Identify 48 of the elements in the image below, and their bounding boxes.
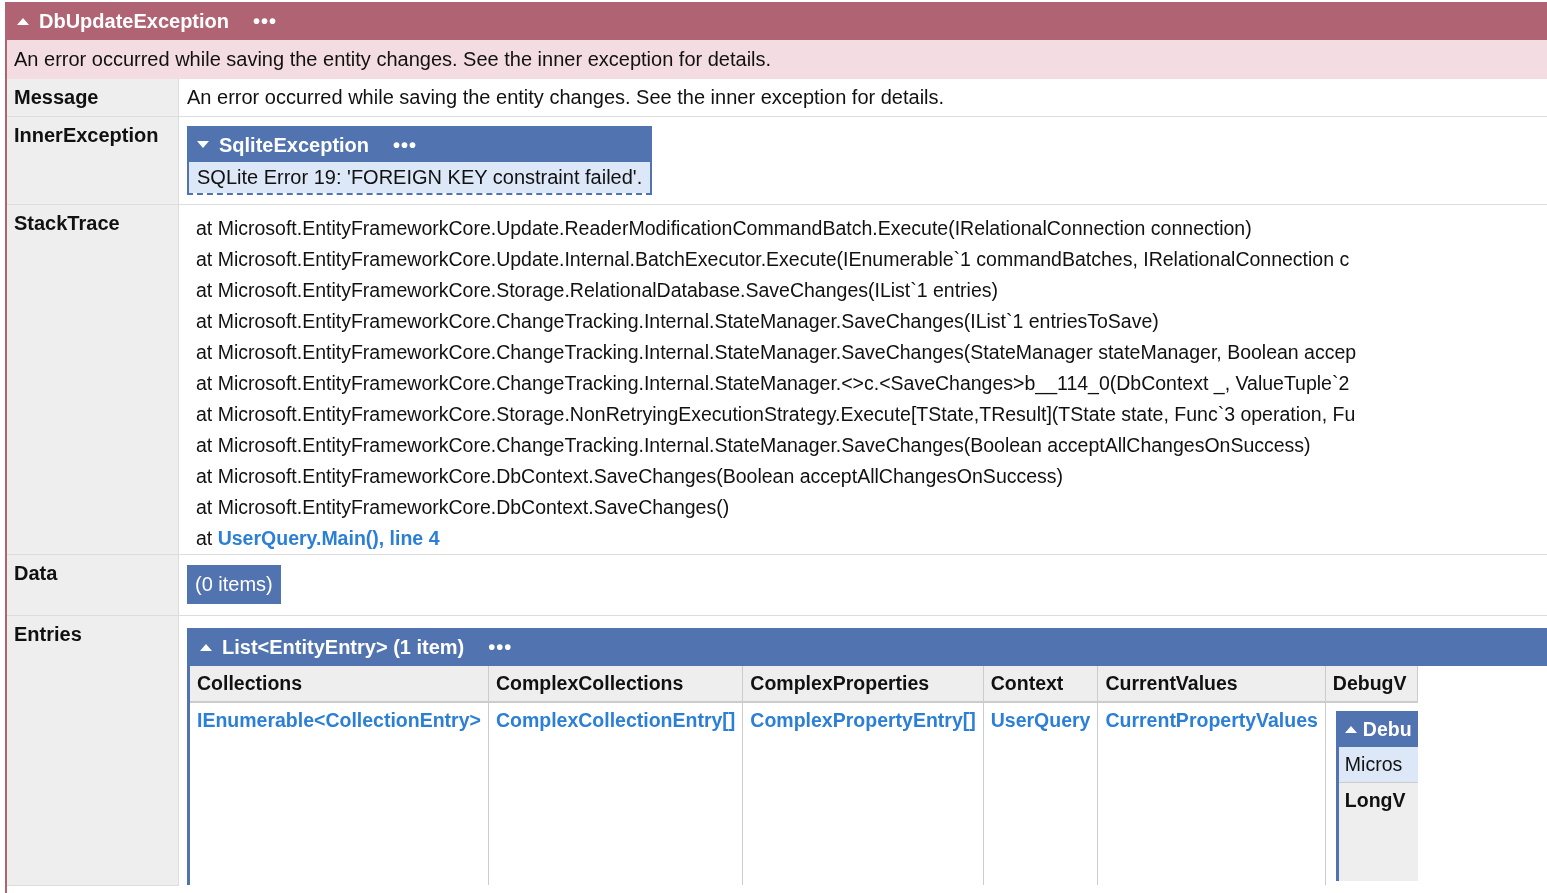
collapse-caret-icon[interactable] <box>1344 725 1357 733</box>
property-name: Message <box>7 79 179 117</box>
exception-header[interactable]: DbUpdateException ••• <box>7 2 1547 40</box>
property-name: Data <box>7 554 179 616</box>
stack-frame: at Microsoft.EntityFrameworkCore.ChangeTracking.Internal.StateManager.SaveChanges(Boolean acceptAllChangesOnSuccess) <box>196 430 1530 461</box>
property-name: StackTrace <box>7 204 179 555</box>
inner-exception-header[interactable]: SqliteException ••• <box>189 128 651 162</box>
stack-frame-prefix: at <box>196 527 213 549</box>
column-header[interactable]: ComplexProperties <box>742 666 984 702</box>
stack-frame: at Microsoft.EntityFrameworkCore.ChangeTracking.Internal.StateManager.SaveChanges(IList`1 entriesToSave) <box>196 306 1530 337</box>
stack-frame: at Microsoft.EntityFrameworkCore.ChangeTracking.Internal.StateManager.SaveChanges(StateManager stateManager, Boolean accep <box>196 337 1530 368</box>
stack-frame: at Microsoft.EntityFrameworkCore.Storage.RelationalDatabase.SaveChanges(IList`1 entries) <box>196 275 1530 306</box>
collapse-caret-icon[interactable] <box>17 17 29 25</box>
stack-frame: at Microsoft.EntityFrameworkCore.Update.Internal.BatchExecutor.Execute(IEnumerable`1 commandBatches, IRelationalConnection c <box>196 244 1530 275</box>
more-button[interactable]: ••• <box>488 635 513 659</box>
stack-frame: at Microsoft.EntityFrameworkCore.Storage.NonRetryingExecutionStrategy.Execute[TState,TResult](TState state, Func`3 operation, Fu <box>196 399 1530 430</box>
debug-view-summary: Micros <box>1338 747 1418 782</box>
column-header[interactable]: CurrentValues <box>1097 666 1326 702</box>
property-value: An error occurred while saving the entity changes. See the inner exception for details. <box>178 79 1547 117</box>
debug-view-header[interactable]: Debu <box>1338 711 1418 747</box>
exception-title: DbUpdateException <box>39 9 230 33</box>
table-link[interactable]: UserQuery <box>990 709 1091 731</box>
collapse-caret-icon[interactable] <box>200 643 212 651</box>
stack-frame: at Microsoft.EntityFrameworkCore.ChangeTracking.Internal.StateManager.<>c.<SaveChanges>b__114_0(DbContext _, ValueTuple`2 <box>196 368 1530 399</box>
inner-exception-title: SqliteException <box>219 133 370 157</box>
entries-header[interactable]: List<EntityEntry> (1 item) ••• <box>190 628 1547 666</box>
entries-title: List<EntityEntry> (1 item) <box>222 635 465 659</box>
more-button[interactable]: ••• <box>253 9 278 33</box>
exception-summary: An error occurred while saving the entity changes. See the inner exception for details. <box>7 40 1547 79</box>
more-button[interactable]: ••• <box>393 133 418 157</box>
source-link[interactable]: UserQuery.Main(), line 4 <box>217 527 440 549</box>
inner-exception-message: SQLite Error 19: 'FOREIGN KEY constraint failed'. <box>189 162 651 193</box>
property-name: InnerException <box>7 116 179 205</box>
column-header[interactable]: DebugV <box>1325 666 1418 702</box>
column-header[interactable]: ComplexCollections <box>488 666 743 702</box>
table-link[interactable]: IEnumerable<CollectionEntry> <box>197 709 481 731</box>
column-header[interactable]: Collections <box>190 666 489 702</box>
stack-frame: at Microsoft.EntityFrameworkCore.DbContext.SaveChanges(Boolean acceptAllChangesOnSuccess) <box>196 461 1530 492</box>
table-link[interactable]: CurrentPropertyValues <box>1105 709 1318 731</box>
stack-frame: at Microsoft.EntityFrameworkCore.Update.ReaderModificationCommandBatch.Execute(IRelationalConnection connection) <box>196 213 1530 244</box>
column-header[interactable]: Context <box>983 666 1098 702</box>
debug-view-title: Debu <box>1362 717 1412 741</box>
expand-caret-icon[interactable] <box>197 141 209 149</box>
items-count-button[interactable]: (0 items) <box>187 565 281 604</box>
table-link[interactable]: ComplexCollectionEntry[] <box>495 709 736 731</box>
property-name: Entries <box>7 615 179 885</box>
stack-frame: at Microsoft.EntityFrameworkCore.DbContext.SaveChanges() <box>196 492 1530 523</box>
table-link[interactable]: ComplexPropertyEntry[] <box>750 709 976 731</box>
